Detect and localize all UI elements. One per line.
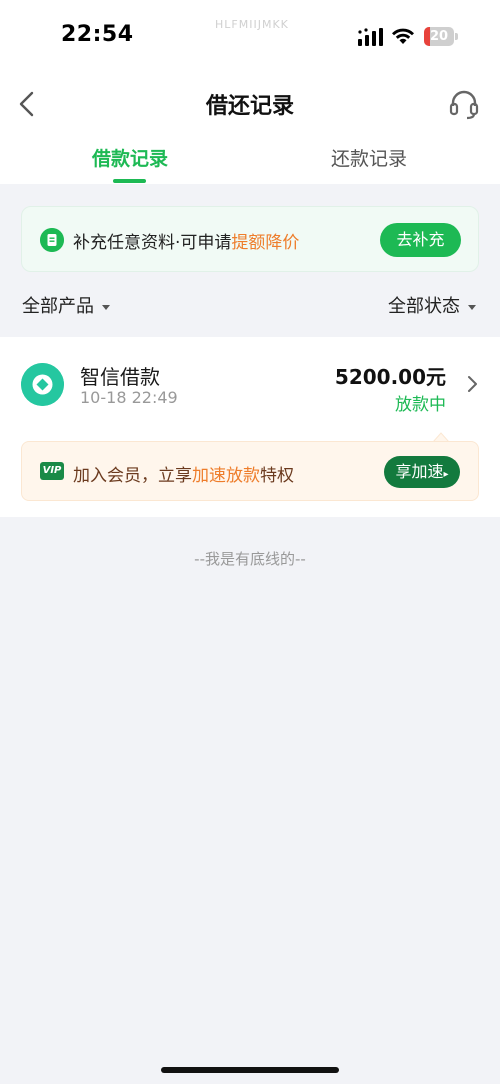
- status-filter-label: 全部状态: [388, 296, 460, 317]
- product-filter[interactable]: 全部产品: [22, 292, 110, 318]
- battery-level-text: 20: [429, 29, 449, 44]
- vip-highlight: 加速放款: [192, 466, 260, 486]
- product-filter-label: 全部产品: [22, 296, 94, 317]
- banner-text: 补充任意资料·可申请: [73, 233, 232, 253]
- active-tab-indicator: [113, 179, 146, 183]
- battery-body: 20: [424, 27, 454, 46]
- cellular-signal-icon: [358, 28, 383, 46]
- vip-promo: VIP 加入会员，立享加速放款特权 享加速▸: [21, 441, 479, 501]
- tab-borrow-records[interactable]: 借款记录: [5, 144, 255, 171]
- header-area: 22:54 HLFMIIJMKK 20 借还记录 借款记录 还款记录: [0, 0, 500, 184]
- loan-amount: 5200.00元: [334, 365, 446, 389]
- loan-record-card[interactable]: 智信借款 10-18 22:49 5200.00元 放款中 VIP 加入会员，立…: [0, 337, 500, 517]
- triangle-right-icon: ▸: [443, 469, 449, 480]
- supplement-button[interactable]: 去补充: [380, 223, 461, 257]
- accelerate-button-label: 享加速: [395, 462, 444, 481]
- status-filter[interactable]: 全部状态: [388, 292, 476, 318]
- loan-product-name: 智信借款: [80, 365, 160, 389]
- loan-time: 10-18 22:49: [80, 388, 178, 407]
- supplement-banner: 补充任意资料·可申请提额降价 去补充: [21, 206, 479, 272]
- end-of-list-text: --我是有底线的--: [194, 550, 306, 568]
- page-title: 借还记录: [205, 94, 294, 119]
- vip-text-suffix: 特权: [260, 466, 294, 486]
- banner-message: 补充任意资料·可申请提额降价: [73, 228, 299, 253]
- headset-icon[interactable]: [448, 88, 480, 120]
- battery-cap: [455, 33, 458, 40]
- caret-down-icon: [102, 304, 110, 310]
- status-carrier-text: HLFMIIJMKK: [215, 18, 289, 31]
- battery-indicator: 20: [424, 27, 458, 46]
- accelerate-button[interactable]: 享加速▸: [384, 456, 460, 488]
- banner-highlight: 提额降价: [231, 233, 300, 253]
- vip-message: 加入会员，立享加速放款特权: [73, 461, 294, 486]
- filter-bar: 全部产品 全部状态: [0, 286, 500, 326]
- document-icon: [40, 228, 64, 252]
- tab-repay-records[interactable]: 还款记录: [244, 144, 494, 171]
- status-bar: 22:54 HLFMIIJMKK 20: [0, 0, 500, 72]
- loan-status: 放款中: [395, 395, 446, 415]
- navigation-bar: 借还记录: [0, 78, 500, 130]
- home-indicator[interactable]: [161, 1067, 339, 1073]
- status-time: 22:54: [61, 22, 134, 47]
- chevron-right-icon: [468, 376, 477, 392]
- vip-text-prefix: 加入会员，立享: [73, 466, 192, 486]
- wifi-icon: [392, 28, 414, 44]
- loan-product-logo: [21, 363, 64, 406]
- record-tabs: 借款记录 还款记录: [0, 138, 500, 184]
- caret-down-icon: [468, 304, 476, 310]
- vip-badge-icon: VIP: [40, 462, 64, 480]
